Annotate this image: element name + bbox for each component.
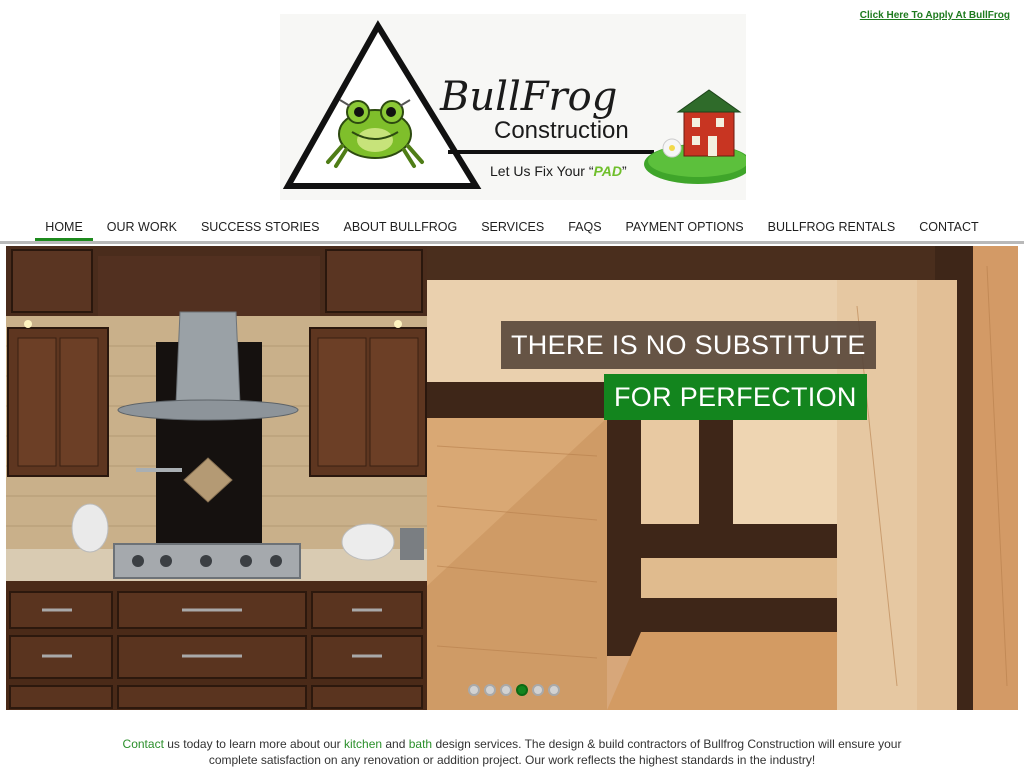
bullfrog-logo[interactable]: BullFrog Construction Let Us Fix Your “P… — [280, 14, 746, 200]
slide-caption-line1: THERE IS NO SUBSTITUTE — [501, 321, 876, 369]
floor-photo — [427, 246, 1018, 710]
nav-our-work[interactable]: OUR WORK — [97, 212, 187, 241]
nav-about-bullfrog[interactable]: ABOUT BULLFROG — [334, 212, 468, 241]
slider-dot[interactable] — [532, 684, 544, 696]
nav-contact[interactable]: CONTACT — [909, 212, 989, 241]
intro-text-1: us today to learn more about our — [163, 737, 345, 751]
nav-faqs[interactable]: FAQS — [558, 212, 611, 241]
main-navigation: HOME OUR WORK SUCCESS STORIES ABOUT BULL… — [0, 212, 1024, 244]
nav-payment-options[interactable]: PAYMENT OPTIONS — [616, 212, 754, 241]
nav-home[interactable]: HOME — [35, 212, 93, 241]
slider-dot[interactable] — [484, 684, 496, 696]
kitchen-photo — [6, 246, 427, 710]
slide-caption-line2: FOR PERFECTION — [604, 374, 867, 420]
contact-link[interactable]: Contact — [123, 737, 164, 751]
nav-success-stories[interactable]: SUCCESS STORIES — [191, 212, 330, 241]
hero-slider[interactable]: THERE IS NO SUBSTITUTE FOR PERFECTION — [6, 246, 1018, 710]
slider-dot[interactable] — [468, 684, 480, 696]
svg-text:Let Us Fix Your “PAD”: Let Us Fix Your “PAD” — [490, 163, 627, 179]
kitchen-link[interactable]: kitchen — [344, 737, 382, 751]
logo-graphic: BullFrog Construction Let Us Fix Your “P… — [282, 20, 746, 189]
house-icon — [644, 89, 746, 184]
slider-dot-active[interactable] — [516, 684, 528, 696]
intro-text-2: and — [382, 737, 409, 751]
nav-bullfrog-rentals[interactable]: BULLFROG RENTALS — [758, 212, 906, 241]
apply-link[interactable]: Click Here To Apply At BullFrog — [860, 10, 1010, 21]
svg-text:BullFrog: BullFrog — [439, 74, 617, 120]
intro-paragraph: Contact us today to learn more about our… — [100, 736, 924, 768]
slider-dot[interactable] — [500, 684, 512, 696]
slider-pagination — [468, 684, 560, 696]
bath-link[interactable]: bath — [409, 737, 432, 751]
nav-services[interactable]: SERVICES — [471, 212, 554, 241]
slider-dot[interactable] — [548, 684, 560, 696]
svg-text:Construction: Construction — [494, 117, 629, 144]
